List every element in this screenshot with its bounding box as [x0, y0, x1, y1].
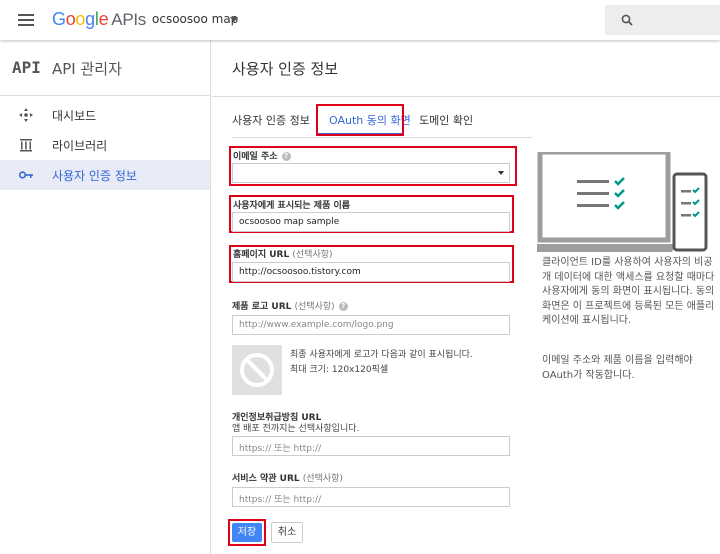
- cancel-button[interactable]: 취소: [271, 522, 303, 543]
- help-icon[interactable]: ?: [338, 302, 348, 311]
- search-icon: [621, 14, 633, 26]
- email-label: 이메일 주소?: [233, 149, 291, 162]
- sidebar: API API 관리자 대시보드 라이브러리 사용자 인증 정보: [0, 40, 211, 554]
- logo-note: 최종 사용자에게 로고가 다음과 같이 표시됩니다.: [290, 350, 473, 360]
- divider: [232, 137, 532, 138]
- tab-domain-verification[interactable]: 도메인 확인: [419, 112, 473, 128]
- save-button[interactable]: 저장: [232, 523, 262, 542]
- sidebar-item-label: 대시보드: [52, 109, 97, 123]
- optional-text: (선택사항): [292, 250, 333, 260]
- consent-illustration: [537, 152, 708, 252]
- menu-icon[interactable]: [18, 14, 34, 26]
- chevron-down-icon[interactable]: [230, 17, 238, 22]
- divider: [212, 96, 720, 97]
- logo-size-note: 최대 크기: 120x120픽셀: [290, 365, 389, 375]
- sidebar-item-dashboard[interactable]: 대시보드: [0, 100, 210, 130]
- sidebar-item-credentials[interactable]: 사용자 인증 정보: [0, 160, 210, 190]
- apis-text: APIs: [111, 10, 146, 29]
- sidebar-item-label: 사용자 인증 정보: [52, 169, 137, 183]
- key-icon: [18, 171, 33, 179]
- google-apis-logo[interactable]: Google APIs: [52, 9, 146, 30]
- product-logo-label: 제품 로고 URL (선택사항)?: [232, 299, 348, 312]
- highlight-box: [316, 104, 404, 136]
- homepage-label-text: 홈페이지 URL: [233, 250, 290, 260]
- project-selector[interactable]: ocsoosoo map: [152, 12, 238, 26]
- privacy-url-field[interactable]: https:// 또는 http://: [232, 436, 510, 456]
- sidebar-title: API 관리자: [52, 60, 122, 78]
- homepage-url-field[interactable]: http://ocsoosoo.tistory.com: [232, 262, 510, 282]
- sidebar-item-library[interactable]: 라이브러리: [0, 130, 210, 160]
- terms-label: 서비스 약관 URL (선택사항): [232, 471, 343, 484]
- optional-text: (선택사항): [302, 474, 343, 484]
- product-name-label: 사용자에게 표시되는 제품 이름: [233, 201, 351, 211]
- email-label-text: 이메일 주소: [233, 152, 278, 162]
- email-select[interactable]: [232, 163, 510, 183]
- top-bar: Google APIs ocsoosoo map: [0, 0, 720, 40]
- optional-text: (선택사항): [294, 302, 335, 312]
- product-logo-label-text: 제품 로고 URL: [232, 302, 292, 312]
- page-title: 사용자 인증 정보: [232, 60, 339, 78]
- google-logo-text: Google: [52, 9, 109, 29]
- search-box[interactable]: [605, 5, 720, 35]
- api-logo: API: [12, 58, 41, 77]
- terms-url-field[interactable]: https:// 또는 http://: [232, 487, 510, 507]
- consent-requirement-note: 이메일 주소와 제품 이름을 입력해야 OAuth가 작동합니다.: [542, 355, 693, 381]
- sidebar-item-label: 라이브러리: [52, 139, 108, 153]
- terms-label-text: 서비스 약관 URL: [232, 474, 300, 484]
- logo-placeholder: [232, 345, 282, 395]
- dashboard-icon: [19, 108, 33, 122]
- homepage-label: 홈페이지 URL (선택사항): [233, 247, 333, 260]
- tab-credentials[interactable]: 사용자 인증 정보: [232, 112, 310, 128]
- product-name-field[interactable]: ocsoosoo map sample: [232, 212, 510, 232]
- product-logo-url-field[interactable]: http://www.example.com/logo.png: [232, 315, 510, 335]
- no-image-icon: [240, 353, 274, 387]
- privacy-subtext: 앱 배포 전까지는 선택사항입니다.: [232, 424, 360, 434]
- help-icon[interactable]: ?: [281, 152, 291, 161]
- chevron-down-icon[interactable]: [498, 171, 504, 175]
- main-content: 사용자 인증 정보 사용자 인증 정보 OAuth 동의 화면 도메인 확인 이…: [212, 40, 720, 554]
- library-icon: [20, 139, 32, 152]
- consent-description: 클라이언트 ID를 사용하여 사용자의 비공개 데이터에 대한 액세스를 요청할…: [542, 257, 715, 326]
- sidebar-header: API API 관리자: [0, 40, 210, 96]
